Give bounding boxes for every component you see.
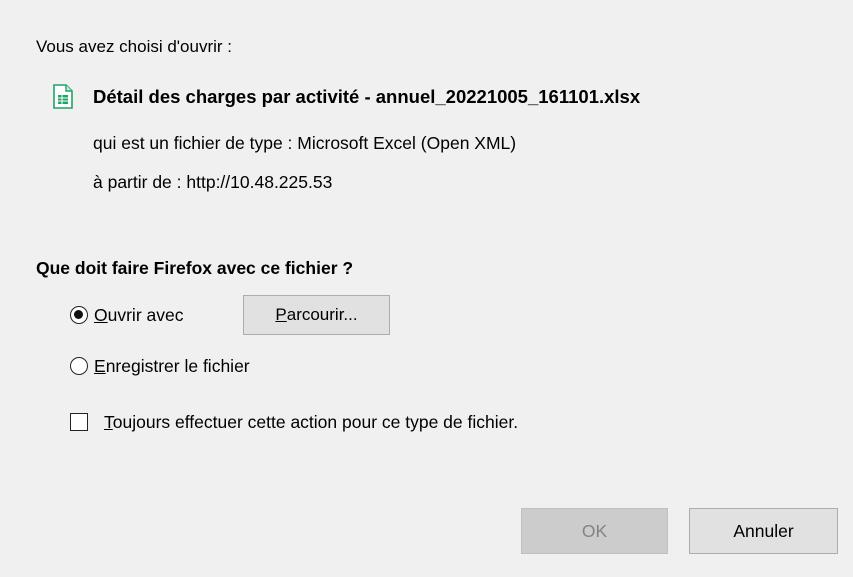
file-source-text: à partir de : http://10.48.225.53	[93, 172, 333, 192]
always-do-this-checkbox[interactable]	[70, 413, 88, 431]
spreadsheet-file-icon	[53, 84, 73, 109]
save-file-label[interactable]: Enregistrer le fichier	[94, 356, 250, 377]
save-file-radio[interactable]	[70, 357, 88, 375]
save-file-option[interactable]: Enregistrer le fichier	[70, 353, 250, 379]
open-with-option[interactable]: Ouvrir avec	[70, 302, 183, 328]
always-do-this-option[interactable]: Toujours effectuer cette action pour ce …	[70, 409, 518, 435]
cancel-button[interactable]: Annuler	[689, 508, 838, 554]
file-name: Détail des charges par activité - annuel…	[93, 86, 641, 107]
always-do-this-label[interactable]: Toujours effectuer cette action pour ce …	[104, 412, 518, 433]
intro-text: Vous avez choisi d'ouvrir :	[36, 37, 233, 56]
ok-button[interactable]: OK	[521, 508, 668, 554]
action-question: Que doit faire Firefox avec ce fichier ?	[36, 258, 354, 278]
file-type-text: qui est un fichier de type : Microsoft E…	[93, 133, 517, 153]
open-with-label[interactable]: Ouvrir avec	[94, 305, 183, 326]
file-open-dialog: Vous avez choisi d'ouvrir : Détail des c…	[0, 0, 853, 577]
open-with-radio[interactable]	[70, 306, 88, 324]
browse-button[interactable]: Parcourir...	[243, 295, 390, 335]
